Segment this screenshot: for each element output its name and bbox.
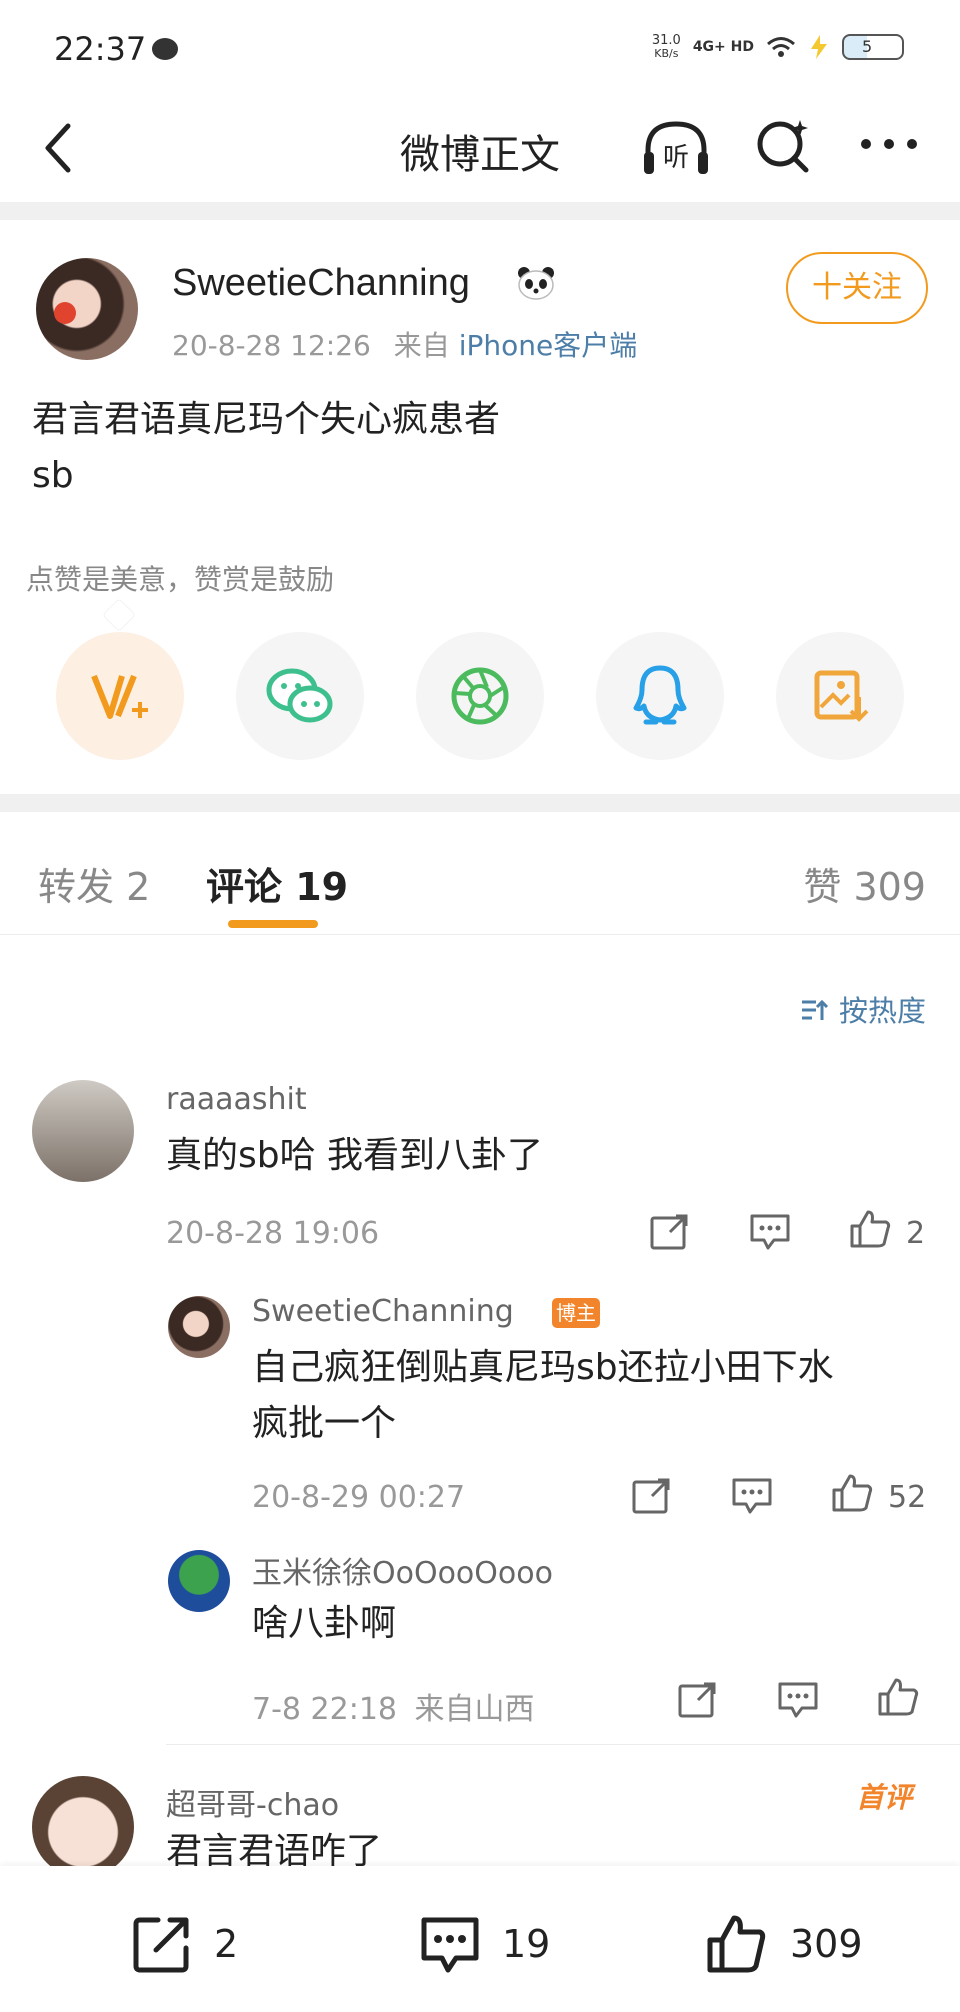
divider	[0, 794, 960, 812]
source-prefix: 来自	[393, 329, 450, 362]
post-date: 20-8-28 12:26	[172, 329, 371, 362]
reply-avatar[interactable]	[168, 1550, 230, 1612]
battery-icon: 5	[842, 34, 904, 60]
wifi-icon	[767, 37, 795, 57]
comment-count[interactable]: 19	[502, 1922, 550, 1966]
like-count[interactable]: 309	[790, 1922, 863, 1966]
commenter-avatar[interactable]	[32, 1776, 134, 1878]
tab-likes[interactable]: 赞 309	[803, 856, 926, 911]
reply-text: 自己疯狂倒贴真尼玛sb还拉小田下水 疯批一个	[252, 1347, 834, 1444]
reply-share-icon[interactable]	[630, 1476, 674, 1516]
save-image-button[interactable]	[776, 632, 904, 760]
commenter-name[interactable]: 超哥哥-chao	[166, 1780, 339, 1824]
reply-author-name[interactable]: SweetieChanning	[252, 1294, 514, 1329]
wechat-notification-icon	[152, 38, 178, 60]
save-image-icon	[814, 670, 869, 722]
author-name[interactable]: SweetieChanning	[172, 262, 470, 305]
reply-author-name[interactable]: 玉米徐徐OoOooOooo	[252, 1548, 553, 1592]
reward-v-icon	[91, 674, 148, 719]
commenter-name[interactable]: raaaashit	[166, 1082, 307, 1117]
repost-icon[interactable]	[130, 1912, 194, 1976]
like-icon[interactable]	[704, 1912, 768, 1976]
panda-badge-icon	[518, 267, 554, 300]
comment-like-count: 2	[906, 1216, 926, 1251]
wechat-icon	[266, 668, 333, 723]
share-qq-button[interactable]	[596, 632, 724, 760]
repost-count[interactable]: 2	[214, 1922, 238, 1966]
comment-share-icon[interactable]	[648, 1212, 692, 1252]
listen-label: 听	[663, 143, 689, 173]
comment-icon[interactable]	[418, 1912, 482, 1976]
page-title: 微博正文	[400, 132, 560, 178]
active-tab-indicator	[228, 920, 318, 928]
tab-repost[interactable]: 转发 2	[38, 856, 150, 911]
reward-button[interactable]	[56, 632, 184, 760]
reply-time-location: 7-8 22:18 来自山西	[252, 1692, 535, 1727]
commenter-avatar[interactable]	[32, 1080, 134, 1182]
reply-share-icon[interactable]	[676, 1680, 720, 1720]
comment-like-icon[interactable]	[848, 1208, 892, 1248]
follow-button[interactable]: 十关注	[786, 252, 928, 324]
reply-reply-icon[interactable]	[776, 1680, 820, 1720]
comment-text: 真的sb哈 我看到八卦了	[166, 1135, 544, 1176]
share-wechat-button[interactable]	[236, 632, 364, 760]
status-indicators: 31.0 KB/s 4G+ HD 5	[652, 34, 904, 60]
author-avatar[interactable]	[36, 258, 138, 360]
network-type: 4G+ HD	[692, 39, 754, 55]
reply-text: 啥八卦啊	[252, 1603, 397, 1644]
comment-time: 20-8-28 19:06	[166, 1216, 380, 1251]
share-moments-button[interactable]	[416, 632, 544, 760]
divider	[0, 202, 960, 220]
reply-time: 20-8-29 00:27	[252, 1480, 466, 1515]
moments-aperture-icon	[451, 667, 509, 725]
tabs-divider	[0, 934, 960, 935]
reply-avatar[interactable]	[168, 1296, 230, 1358]
author-badge: 博主	[552, 1298, 600, 1328]
post-meta: 20-8-28 12:26 来自 iPhone客户端	[172, 324, 637, 364]
post-text: 君言君语真尼玛个失心疯患者 sb	[32, 399, 501, 496]
tab-comments[interactable]: 评论 19	[206, 856, 348, 911]
charging-icon	[811, 35, 827, 59]
sort-icon	[801, 999, 828, 1020]
sort-label: 按热度	[838, 994, 926, 1028]
hint-caret	[103, 599, 135, 631]
comment-divider	[166, 1744, 960, 1745]
qq-penguin-icon	[633, 665, 687, 725]
source-client[interactable]: iPhone客户端	[459, 329, 638, 362]
search-icon[interactable]	[754, 116, 814, 176]
reply-like-icon[interactable]	[830, 1472, 874, 1512]
net-speed: 31.0 KB/s	[651, 33, 681, 60]
listen-headphones-icon[interactable]: 听	[640, 116, 712, 180]
reply-like-icon[interactable]	[876, 1676, 920, 1716]
comment-reply-icon[interactable]	[748, 1212, 792, 1252]
reply-reply-icon[interactable]	[730, 1476, 774, 1516]
more-options-icon[interactable]	[858, 134, 920, 154]
reply-like-count: 52	[888, 1480, 927, 1515]
sort-by-popularity-button[interactable]: 按热度	[800, 988, 926, 1030]
status-time: 22:37	[54, 30, 147, 68]
first-comment-badge: 首评	[856, 1781, 913, 1814]
reward-hint: 点赞是美意，赞赏是鼓励	[26, 563, 335, 596]
